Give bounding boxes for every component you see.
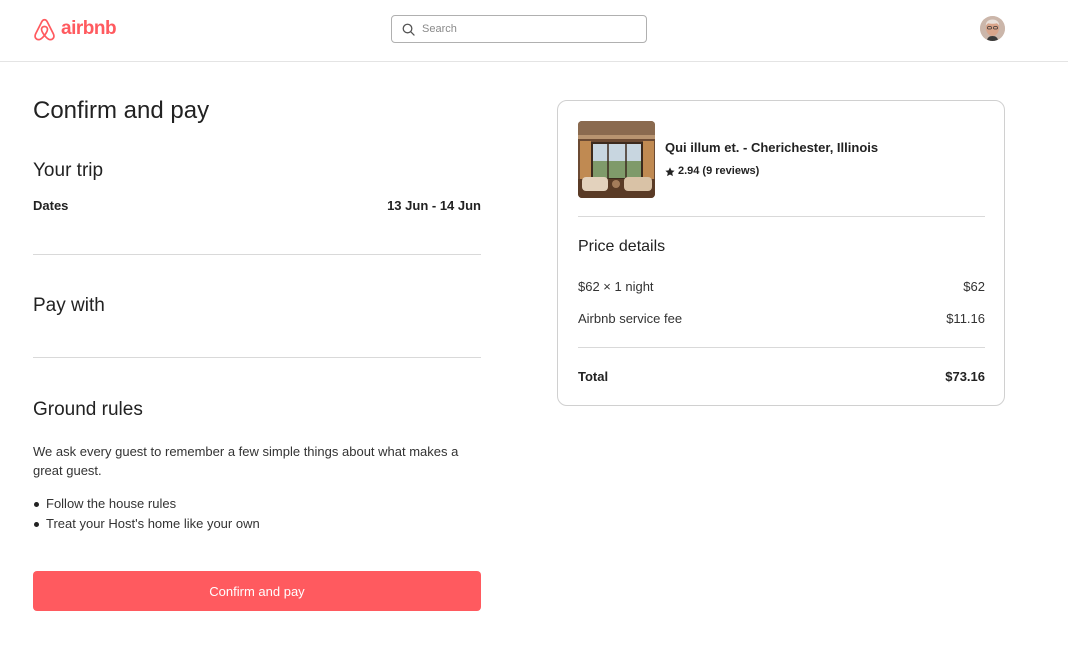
dates-label: Dates: [33, 198, 69, 213]
price-line: Airbnb service fee $11.16: [578, 310, 985, 327]
total-row: Total $73.16: [578, 368, 985, 385]
confirm-and-pay-button[interactable]: Confirm and pay: [33, 571, 481, 611]
listing-title: Qui illum et. - Cherichester, Illinois: [665, 140, 879, 155]
ground-rules-heading: Ground rules: [33, 399, 143, 420]
price-line-value: $62: [963, 279, 985, 294]
your-trip-heading: Your trip: [33, 160, 104, 181]
search-input[interactable]: [422, 23, 622, 35]
section-divider: [33, 357, 481, 358]
listing-photo: [578, 121, 655, 198]
airbnb-logo[interactable]: airbnb: [32, 15, 117, 43]
section-divider: [33, 254, 481, 255]
total-value: $73.16: [945, 369, 985, 384]
ground-rule-item: Follow the house rules: [33, 494, 481, 514]
pay-with-heading: Pay with: [33, 295, 105, 316]
review-count: (9 reviews): [702, 165, 760, 177]
user-avatar[interactable]: [980, 16, 1005, 41]
ground-rules-description: We ask every guest to remember a few sim…: [33, 444, 459, 478]
price-line: $62 × 1 night $62: [578, 278, 985, 295]
price-details-heading: Price details: [578, 238, 666, 255]
price-line-value: $11.16: [946, 311, 985, 326]
star-icon: [665, 166, 675, 176]
price-line-label: Airbnb service fee: [578, 311, 683, 326]
avatar-image: [980, 16, 1005, 41]
listing-thumbnail: [578, 121, 655, 198]
search-icon: [402, 23, 415, 36]
card-divider: [578, 347, 985, 348]
ground-rules-list: Follow the house rules Treat your Host's…: [33, 494, 481, 534]
search-bar[interactable]: [391, 15, 647, 43]
top-header: airbnb: [0, 0, 1068, 62]
page-title: Confirm and pay: [33, 97, 210, 124]
rating-value: 2.94: [678, 165, 700, 177]
total-label: Total: [578, 369, 609, 384]
card-divider: [578, 216, 985, 217]
trip-dates-row: Dates 13 Jun - 14 Jun: [33, 197, 481, 214]
ground-rule-item: Treat your Host's home like your own: [33, 514, 481, 534]
airbnb-logo-icon: [34, 18, 55, 41]
booking-summary-card: Qui illum et. - Cherichester, Illinois 2…: [557, 100, 1005, 406]
logo-wordmark: airbnb: [61, 18, 117, 39]
dates-value: 13 Jun - 14 Jun: [387, 198, 481, 213]
listing-rating: 2.94 (9 reviews): [665, 164, 759, 179]
price-line-label: $62 × 1 night: [578, 279, 654, 294]
